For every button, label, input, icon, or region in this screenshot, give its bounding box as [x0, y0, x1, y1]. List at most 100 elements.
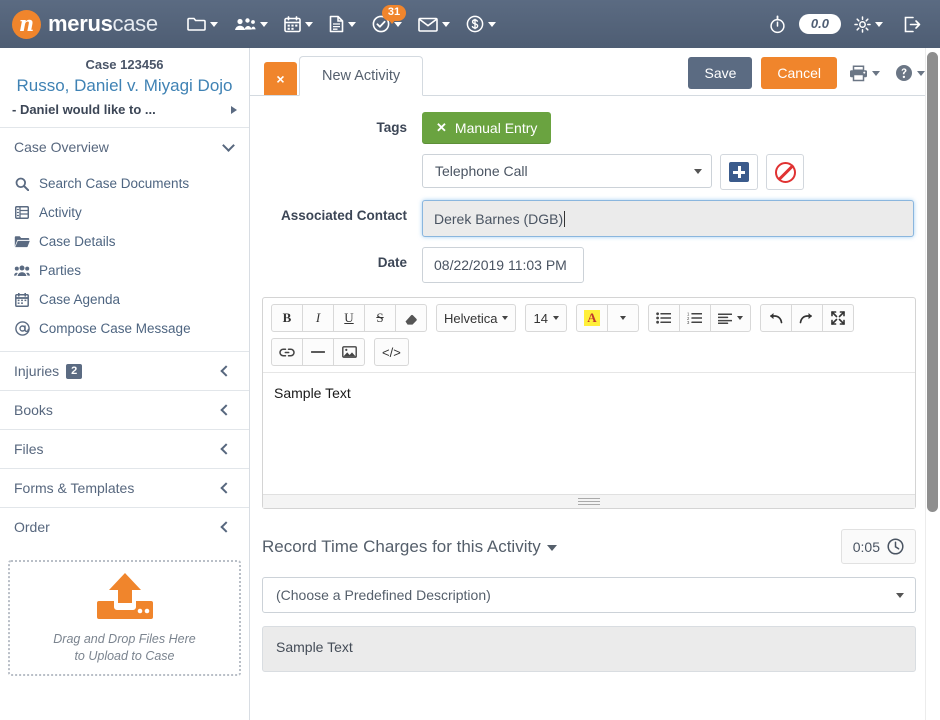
activity-type-label-spacer — [250, 154, 422, 162]
time-charges-title[interactable]: Record Time Charges for this Activity — [262, 537, 557, 557]
rich-text-editor: B I U S Helvetica 14 A 1 2 3 </> Sample … — [262, 297, 916, 509]
brand-logo[interactable]: n meruscase — [12, 9, 158, 39]
undo-button[interactable] — [759, 304, 792, 332]
align-left-icon — [717, 312, 732, 324]
help-menu[interactable] — [892, 60, 928, 86]
sidebar-section-case-overview[interactable]: Case Overview — [0, 127, 249, 166]
italic-button[interactable]: I — [302, 304, 334, 332]
scrollbar-thumb[interactable] — [927, 52, 938, 512]
date-input[interactable]: 08/22/2019 11:03 PM — [422, 247, 584, 283]
tab-new-activity[interactable]: New Activity — [299, 56, 424, 96]
editor-resize-handle[interactable] — [263, 494, 915, 508]
associated-contact-value: Derek Barnes (DGB) — [434, 210, 564, 227]
sidebar-section-injuries[interactable]: Injuries 2 — [0, 351, 249, 390]
contacts-menu[interactable] — [227, 10, 275, 38]
time-charge-note-textarea[interactable]: Sample Text — [262, 626, 916, 672]
time-charges-header: Record Time Charges for this Activity 0:… — [262, 529, 916, 564]
remove-tag-icon[interactable]: ✕ — [436, 120, 447, 136]
chevron-down-icon — [736, 316, 743, 320]
dropzone-text: Drag and Drop Files Here to Upload to Ca… — [53, 631, 195, 665]
stopwatch-button[interactable] — [762, 9, 793, 40]
chevron-right-icon — [231, 105, 237, 114]
case-subtitle: - Daniel would like to ... — [12, 102, 156, 118]
eraser-icon — [405, 314, 417, 325]
editor-body[interactable]: Sample Text — [263, 372, 915, 494]
activity-type-row: Telephone Call — [250, 154, 928, 190]
tag-chip-manual-entry[interactable]: ✕ Manual Entry — [422, 112, 552, 144]
text-color-dropdown[interactable] — [606, 304, 639, 332]
sidebar-item-case-agenda[interactable]: Case Agenda — [0, 285, 249, 314]
section-label: Order — [14, 519, 50, 536]
close-tab-button[interactable]: × — [264, 62, 297, 95]
timer-display[interactable]: 0.0 — [798, 14, 841, 34]
billing-menu[interactable] — [459, 9, 503, 39]
block-activity-button[interactable] — [766, 154, 804, 190]
sidebar-item-parties[interactable]: Parties — [0, 256, 249, 285]
sidebar-item-label: Case Agenda — [39, 292, 121, 308]
underline-button[interactable]: U — [333, 304, 365, 332]
font-size-group: 14 — [525, 304, 567, 332]
chevron-left-icon — [220, 443, 232, 455]
file-dropzone[interactable]: Drag and Drop Files Here to Upload to Ca… — [8, 560, 241, 677]
activity-type-select[interactable]: Telephone Call — [422, 154, 712, 188]
strikethrough-button[interactable]: S — [364, 304, 396, 332]
sidebar-item-case-details[interactable]: Case Details — [0, 227, 249, 256]
calendar-menu[interactable] — [277, 10, 320, 39]
editor-toolbar-row-1: B I U S Helvetica 14 A 1 2 3 — [263, 298, 915, 338]
case-subtitle-row[interactable]: - Daniel would like to ... — [0, 100, 249, 127]
case-sidebar: Case 123456 Russo, Daniel v. Miyagi Dojo… — [0, 48, 250, 720]
sidebar-section-files[interactable]: Files — [0, 429, 249, 468]
folder-menu[interactable] — [180, 10, 225, 38]
brand-text: meruscase — [48, 11, 158, 37]
image-button[interactable] — [333, 338, 365, 366]
save-button[interactable]: Save — [688, 57, 753, 89]
sidebar-section-books[interactable]: Books — [0, 390, 249, 429]
horizontal-rule-button[interactable] — [302, 338, 334, 366]
date-row: Date 08/22/2019 11:03 PM — [250, 247, 928, 283]
injuries-count-badge: 2 — [66, 363, 83, 379]
add-activity-type-button[interactable] — [720, 154, 758, 190]
tags-label: Tags — [376, 120, 407, 135]
align-button[interactable] — [709, 304, 751, 332]
settings-menu[interactable] — [847, 10, 890, 39]
sidebar-section-forms-templates[interactable]: Forms & Templates — [0, 468, 249, 507]
chevron-left-icon — [220, 404, 232, 416]
at-sign-icon — [14, 321, 30, 337]
print-menu[interactable] — [846, 61, 883, 86]
predefined-description-select[interactable]: (Choose a Predefined Description) — [262, 577, 916, 613]
ordered-list-button[interactable]: 123 — [678, 304, 711, 332]
chevron-left-icon — [220, 521, 232, 533]
activity-timer[interactable]: 0:05 — [840, 529, 916, 564]
logout-button[interactable] — [896, 10, 928, 39]
horizontal-rule-icon — [311, 351, 325, 353]
link-button[interactable] — [271, 338, 303, 366]
text-color-button[interactable]: A — [575, 304, 608, 332]
associated-contact-input[interactable]: Derek Barnes (DGB) — [422, 200, 914, 237]
chevron-down-icon — [619, 316, 626, 320]
mail-menu[interactable] — [411, 11, 457, 38]
documents-menu[interactable] — [322, 9, 363, 39]
bold-button[interactable]: B — [271, 304, 303, 332]
sidebar-section-order[interactable]: Order — [0, 507, 249, 546]
code-view-button[interactable]: </> — [374, 338, 409, 366]
tasks-count-badge: 31 — [381, 5, 407, 25]
sidebar-item-compose-case-message[interactable]: Compose Case Message — [0, 314, 249, 343]
sidebar-item-activity[interactable]: Activity — [0, 198, 249, 227]
case-title[interactable]: Russo, Daniel v. Miyagi Dojo — [0, 74, 249, 100]
chevron-down-icon — [209, 21, 218, 27]
editor-toolbar-row-2: </> — [263, 338, 915, 372]
undo-icon — [770, 313, 783, 324]
cancel-button[interactable]: Cancel — [761, 57, 837, 89]
chevron-down-icon — [502, 316, 509, 320]
sidebar-item-search-case-documents[interactable]: Search Case Documents — [0, 169, 249, 198]
font-size-select[interactable]: 14 — [525, 304, 567, 332]
unordered-list-button[interactable] — [647, 304, 680, 332]
clear-format-button[interactable] — [395, 304, 427, 332]
font-family-select[interactable]: Helvetica — [436, 304, 517, 332]
redo-button[interactable] — [790, 304, 823, 332]
font-family-value: Helvetica — [444, 310, 498, 326]
tasks-menu[interactable]: 31 — [365, 5, 409, 39]
no-entry-icon — [774, 161, 796, 183]
fullscreen-button[interactable] — [821, 304, 854, 332]
chevron-left-icon — [220, 482, 232, 494]
